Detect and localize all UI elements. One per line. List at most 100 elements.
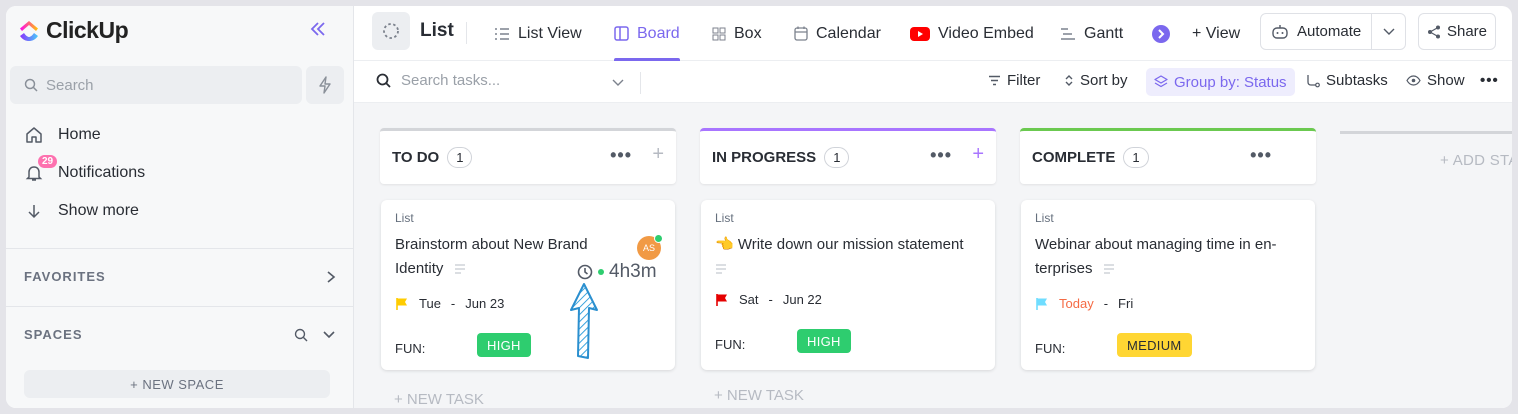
- new-task-button[interactable]: + NEW TASK: [714, 387, 804, 404]
- tab-board[interactable]: Board: [614, 6, 680, 61]
- toolbar-divider: [640, 72, 641, 94]
- add-status-column-bar: [1340, 131, 1512, 134]
- show-label: Show: [1427, 72, 1465, 89]
- board-icon: [614, 26, 629, 41]
- tab-video-embed[interactable]: Video Embed: [910, 6, 1034, 61]
- share-label: Share: [1446, 23, 1488, 40]
- tab-calendar[interactable]: Calendar: [794, 6, 881, 61]
- sidebar-item-label: Show more: [58, 202, 139, 219]
- spaces-section[interactable]: SPACES: [24, 327, 336, 342]
- card-due-date[interactable]: Tue - Jun 23: [395, 296, 504, 311]
- card-title[interactable]: 👈 Write down our mission statement: [715, 233, 985, 281]
- card-title[interactable]: Webinar about managing time in en-terpri…: [1035, 233, 1303, 281]
- avatar[interactable]: AS: [637, 234, 663, 260]
- tab-gantt[interactable]: Gantt: [1060, 6, 1123, 61]
- card-title-text: 👈 Write down our mission statement: [715, 236, 964, 253]
- column-header-complete[interactable]: COMPLETE 1 •••: [1020, 128, 1316, 184]
- task-card[interactable]: List Webinar about managing time in en-t…: [1021, 200, 1315, 370]
- new-space-button[interactable]: + NEW SPACE: [24, 370, 330, 398]
- column-menu-icon[interactable]: •••: [610, 145, 632, 166]
- search-icon: [24, 78, 38, 92]
- logo[interactable]: ClickUp: [18, 17, 129, 44]
- date-end: Jun 23: [465, 296, 505, 311]
- chevron-down-icon[interactable]: [1372, 28, 1405, 36]
- new-task-button[interactable]: + NEW TASK: [394, 391, 484, 408]
- task-card[interactable]: List 👈 Write down our mission statement …: [701, 200, 995, 370]
- logo-text: ClickUp: [46, 17, 129, 43]
- add-task-plus-icon[interactable]: +: [972, 143, 984, 166]
- tab-list-view[interactable]: List View: [494, 6, 582, 61]
- sidebar: ClickUp Search Home 29 Notifications Sho…: [6, 6, 354, 408]
- description-icon: [1103, 264, 1114, 274]
- column-menu-icon[interactable]: •••: [930, 145, 952, 166]
- subtasks-button[interactable]: Subtasks: [1306, 72, 1388, 89]
- chevron-down-icon[interactable]: [612, 74, 624, 92]
- card-list-name: List: [395, 211, 414, 225]
- chevron-right-icon[interactable]: [326, 270, 336, 284]
- card-due-date[interactable]: Today - Fri: [1035, 296, 1133, 311]
- quick-actions-button[interactable]: [306, 66, 344, 104]
- add-view-button[interactable]: + View: [1192, 6, 1240, 61]
- share-button[interactable]: Share: [1418, 13, 1496, 50]
- task-search-placeholder: Search tasks...: [401, 72, 501, 89]
- sidebar-item-notifications[interactable]: 29 Notifications: [24, 155, 145, 182]
- collapse-sidebar-icon[interactable]: [310, 20, 326, 43]
- annotation-arrow-icon: [570, 283, 598, 359]
- column-header-in-progress[interactable]: IN PROGRESS 1 ••• +: [700, 128, 996, 184]
- add-status-button[interactable]: + ADD STA: [1440, 152, 1512, 169]
- sort-button[interactable]: Sort by: [1064, 72, 1128, 89]
- priority-tag[interactable]: MEDIUM: [1117, 333, 1192, 357]
- priority-tag[interactable]: HIGH: [797, 329, 851, 353]
- sidebar-item-show-more[interactable]: Show more: [24, 202, 139, 220]
- column-header-todo[interactable]: TO DO 1 ••• +: [380, 128, 676, 184]
- flag-icon: [1036, 297, 1047, 310]
- clickup-logo-icon: [20, 20, 38, 41]
- sidebar-search-input[interactable]: Search: [10, 66, 302, 104]
- sidebar-divider: [6, 306, 354, 307]
- card-due-date[interactable]: Sat - Jun 22: [715, 292, 822, 307]
- page-title: List: [420, 20, 454, 41]
- tab-label: Gantt: [1084, 24, 1124, 42]
- gantt-icon: [1061, 27, 1075, 40]
- eye-icon: [1406, 75, 1421, 86]
- date-end: Fri: [1118, 296, 1134, 311]
- date-separator-icon: -: [768, 292, 773, 307]
- group-by-button[interactable]: Group by: Status: [1146, 68, 1295, 96]
- priority-tag[interactable]: HIGH: [477, 333, 531, 357]
- timer-value: 4h3m: [609, 261, 657, 282]
- time-tracker[interactable]: 4h3m: [577, 261, 657, 283]
- show-button[interactable]: Show: [1406, 72, 1465, 89]
- task-search-input[interactable]: Search tasks...: [376, 72, 500, 89]
- task-card[interactable]: List Brainstorm about New Brand Identity…: [381, 200, 675, 370]
- arrow-down-icon: [24, 203, 44, 219]
- filter-button[interactable]: Filter: [988, 72, 1040, 89]
- flag-icon: [716, 293, 727, 306]
- filter-label: Filter: [1007, 72, 1041, 89]
- header-divider: [466, 22, 467, 44]
- date-start: Today: [1059, 296, 1094, 311]
- list-icon: [495, 27, 509, 40]
- subtasks-icon: [1307, 74, 1320, 87]
- avatar-initials: AS: [642, 243, 655, 253]
- calendar-icon: [794, 26, 808, 41]
- sidebar-item-label: Home: [58, 126, 101, 143]
- tab-box[interactable]: Box: [712, 6, 762, 61]
- column-menu-icon[interactable]: •••: [1250, 145, 1272, 166]
- tab-label: List View: [518, 24, 582, 42]
- online-status-dot: [654, 234, 663, 243]
- youtube-icon: [910, 26, 930, 41]
- sidebar-item-home[interactable]: Home: [24, 126, 101, 144]
- description-icon: [454, 264, 465, 274]
- list-status-icon[interactable]: [372, 12, 410, 50]
- date-start: Tue: [419, 296, 441, 311]
- more-views-button[interactable]: [1152, 6, 1170, 61]
- automate-label: Automate: [1297, 23, 1362, 40]
- favorites-section[interactable]: FAVORITES: [24, 269, 336, 284]
- more-options-icon[interactable]: •••: [1480, 72, 1499, 89]
- layers-icon: [1154, 75, 1168, 88]
- chevron-down-icon[interactable]: [322, 330, 336, 340]
- add-task-plus-icon[interactable]: +: [652, 143, 664, 166]
- automate-button[interactable]: Automate: [1260, 13, 1406, 50]
- search-icon[interactable]: [294, 328, 308, 342]
- filter-icon: [989, 75, 1000, 86]
